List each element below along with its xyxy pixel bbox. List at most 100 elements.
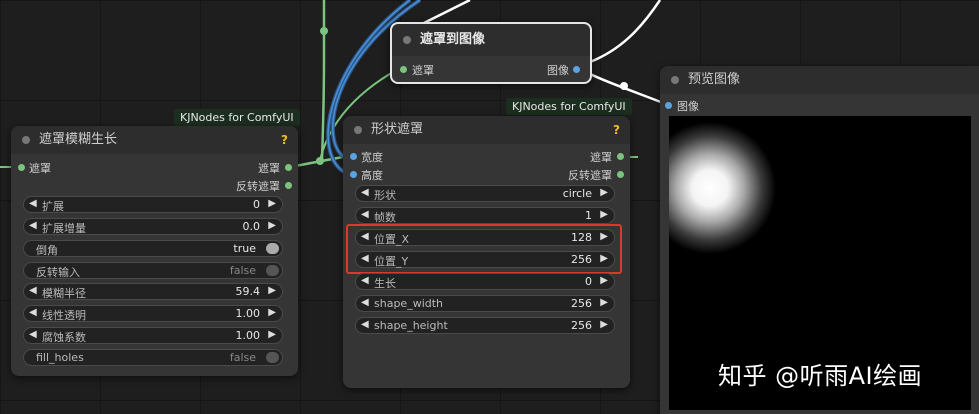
node-title-text: 遮罩到图像 [420,32,486,47]
output-label-inverted-mask: 反转遮罩 [568,169,612,182]
widget-label: 形状 [374,189,396,202]
widget-label: shape_height [374,319,448,332]
collapse-dot-icon[interactable] [354,126,362,134]
widget-label: 模糊半径 [42,287,86,300]
collapse-dot-icon[interactable] [671,76,679,84]
widget-shape-select[interactable]: ◀ 形状 circle ▶ [355,185,615,202]
decrement-arrow-icon[interactable]: ◀ [29,307,37,318]
toggle-on-icon[interactable] [266,243,279,254]
decrement-arrow-icon[interactable]: ◀ [29,198,37,209]
help-icon[interactable]: ? [281,126,288,154]
output-label-inverted-mask: 反转遮罩 [236,180,280,193]
collapse-dot-icon[interactable] [22,136,30,144]
input-slot-mask[interactable] [18,164,25,171]
decrement-arrow-icon[interactable]: ◀ [361,319,369,330]
toggle-off-icon[interactable] [266,265,279,276]
input-label-image: 图像 [677,100,699,113]
widget-value: 256 [571,297,592,310]
widget-shape-width[interactable]: ◀ shape_width 256 ▶ [355,295,615,312]
watermark-text: 知乎 @听雨AI绘画 [718,362,923,390]
increment-arrow-icon[interactable]: ▶ [268,307,276,318]
widget-fill-holes-toggle[interactable]: fill_holes false [23,349,283,366]
widget-value: false [229,264,256,277]
decrement-arrow-icon[interactable]: ◀ [361,187,369,198]
widget-value: 0 [253,198,260,211]
widget-label: 生长 [374,277,396,290]
decrement-arrow-icon[interactable]: ◀ [29,285,37,296]
wire-reroute-dot [320,27,328,35]
node-title-grow-mask[interactable]: 遮罩模糊生长 ? [11,126,298,154]
widget-value: 1.00 [235,307,261,320]
widget-label: 反转输入 [36,266,80,279]
widget-label: 倒角 [36,244,58,257]
input-slot-width[interactable] [350,153,357,160]
input-label-mask: 遮罩 [412,64,434,77]
decrement-arrow-icon[interactable]: ◀ [361,275,369,286]
widget-decay-factor[interactable]: ◀ 腐蚀系数 1.00 ▶ [23,327,283,344]
increment-arrow-icon[interactable]: ▶ [268,329,276,340]
decrement-arrow-icon[interactable]: ◀ [361,209,369,220]
widget-label: shape_width [374,297,444,310]
node-title-text: 形状遮罩 [371,122,424,137]
widget-label: 扩展 [42,200,64,213]
increment-arrow-icon[interactable]: ▶ [268,285,276,296]
output-slot-inverted-mask[interactable] [285,182,292,189]
widget-value: 0.0 [242,220,261,233]
output-slot-mask[interactable] [617,153,624,160]
output-slot-inverted-mask[interactable] [617,171,624,178]
mask-wire-vertical [320,0,326,161]
input-label-mask: 遮罩 [29,162,51,175]
widget-grow[interactable]: ◀ 生长 0 ▶ [355,273,615,290]
widget-label: 扩展增量 [42,222,86,235]
output-label-image: 图像 [547,64,569,77]
increment-arrow-icon[interactable]: ▶ [600,209,608,220]
widget-value: circle [562,187,592,200]
node-title-text: 预览图像 [688,72,741,87]
toggle-off-icon[interactable] [266,352,279,363]
output-label-mask: 遮罩 [590,151,612,164]
image-wire-dot [620,82,628,90]
collapse-dot-icon[interactable] [403,36,411,44]
decrement-arrow-icon[interactable]: ◀ [361,297,369,308]
widget-label: 帧数 [374,211,396,224]
widget-label: fill_holes [36,351,84,364]
output-slot-image[interactable] [573,66,580,73]
decrement-arrow-icon[interactable]: ◀ [29,220,37,231]
input-slot-image[interactable] [665,102,672,109]
widget-tapered-corners-toggle[interactable]: 倒角 true [23,240,283,257]
node-badge-grow-mask: KJNodes for ComfyUI [174,109,300,126]
widget-expand-increment[interactable]: ◀ 扩展增量 0.0 ▶ [23,218,283,235]
increment-arrow-icon[interactable]: ▶ [268,220,276,231]
increment-arrow-icon[interactable]: ▶ [268,198,276,209]
increment-arrow-icon[interactable]: ▶ [600,275,608,286]
increment-arrow-icon[interactable]: ▶ [600,297,608,308]
input-label-width: 宽度 [361,151,383,164]
widget-label: 腐蚀系数 [42,331,86,344]
widget-value: 0 [585,275,592,288]
increment-arrow-icon[interactable]: ▶ [600,319,608,330]
widget-value: 1.00 [235,329,261,342]
help-icon[interactable]: ? [613,116,620,144]
node-badge-shape-mask: KJNodes for ComfyUI [506,98,632,115]
increment-arrow-icon[interactable]: ▶ [600,187,608,198]
node-title-mask-to-image[interactable]: 遮罩到图像 [392,24,590,56]
widget-value: true [233,242,256,255]
widget-frames[interactable]: ◀ 帧数 1 ▶ [355,207,615,224]
node-title-preview-image[interactable]: 预览图像 [660,66,979,94]
widget-invert-input-toggle[interactable]: 反转输入 false [23,262,283,279]
widget-value: false [229,351,256,364]
widget-value: 256 [571,319,592,332]
highlight-box [346,224,622,274]
widget-shape-height[interactable]: ◀ shape_height 256 ▶ [355,317,615,334]
input-slot-mask[interactable] [400,66,407,73]
decrement-arrow-icon[interactable]: ◀ [29,329,37,340]
widget-label: 线性透明 [42,309,86,322]
widget-lerp-alpha[interactable]: ◀ 线性透明 1.00 ▶ [23,305,283,322]
image-wire-top-2 [589,0,662,64]
output-label-mask: 遮罩 [258,162,280,175]
widget-expand[interactable]: ◀ 扩展 0 ▶ [23,196,283,213]
input-slot-height[interactable] [350,171,357,178]
output-slot-mask[interactable] [285,164,292,171]
widget-blur-radius[interactable]: ◀ 模糊半径 59.4 ▶ [23,283,283,300]
node-title-shape-mask[interactable]: 形状遮罩 ? [343,116,630,144]
